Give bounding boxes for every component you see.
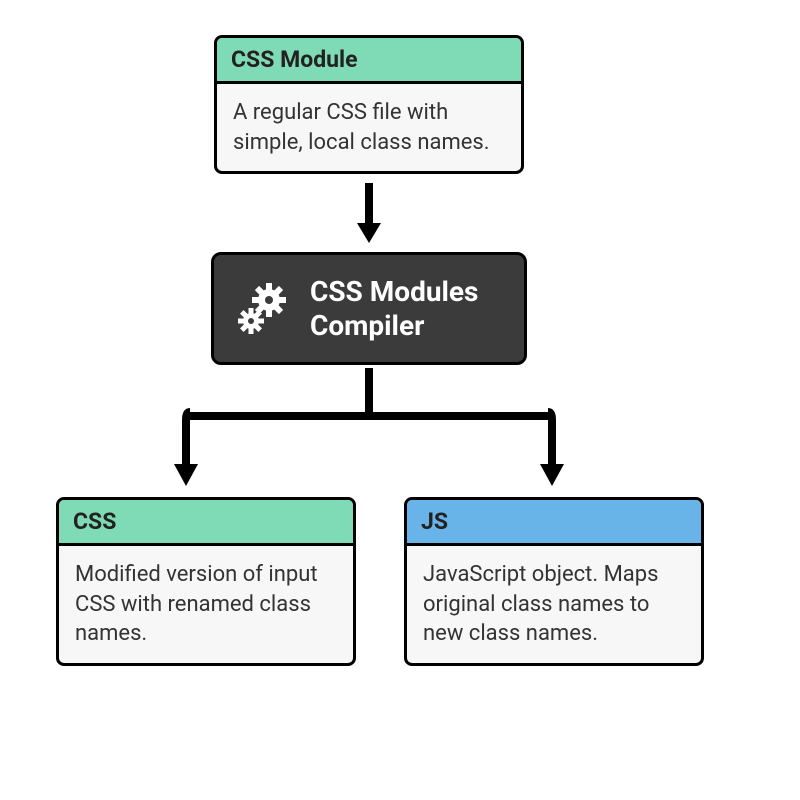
css-output-title: CSS: [59, 500, 353, 546]
compiler-title-line2: Compiler: [310, 309, 424, 342]
css-module-title: CSS Module: [217, 38, 521, 84]
css-output-description: Modified version of input CSS with renam…: [59, 546, 353, 663]
gears-icon: [236, 281, 292, 337]
js-output-box: JS JavaScript object. Maps original clas…: [404, 497, 704, 666]
css-module-box: CSS Module A regular CSS file with simpl…: [214, 35, 524, 174]
compiler-title-line1: CSS Modules: [310, 275, 478, 308]
compiler-box: CSS Modules Compiler: [211, 252, 527, 365]
branch-arrow-icon: [170, 368, 570, 498]
js-output-description: JavaScript object. Maps original class n…: [407, 546, 701, 663]
css-module-description: A regular CSS file with simple, local cl…: [217, 84, 521, 171]
css-output-box: CSS Modified version of input CSS with r…: [56, 497, 356, 666]
compiler-title: CSS Modules Compiler: [310, 275, 478, 342]
arrow-down-icon: [356, 183, 382, 247]
js-output-title: JS: [407, 500, 701, 546]
